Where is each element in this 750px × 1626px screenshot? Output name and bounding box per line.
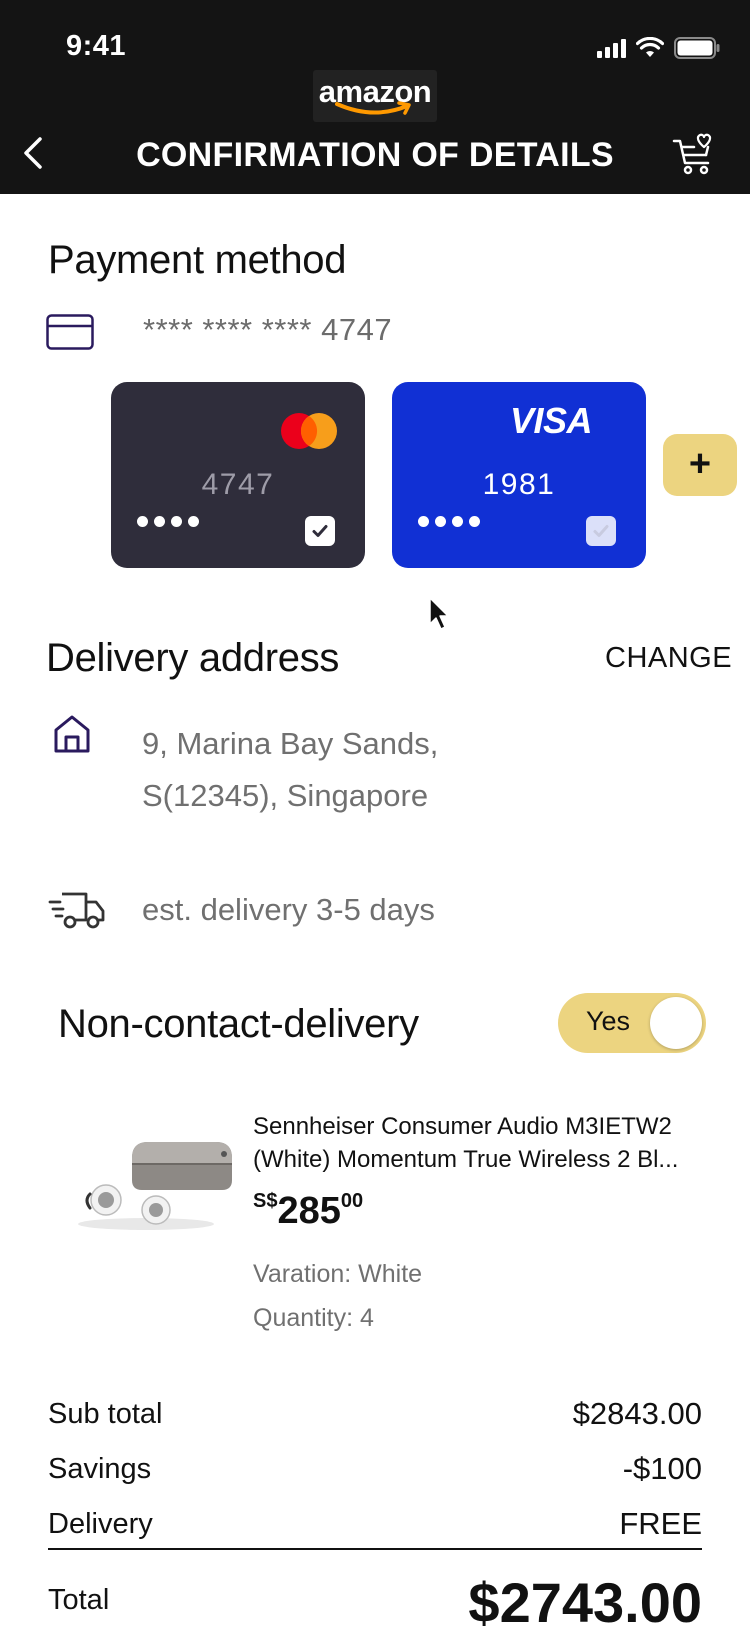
- product-variation: Varation: White: [253, 1260, 423, 1288]
- delivery-truck-icon: [48, 892, 105, 929]
- card-last-digits: 4747: [201, 468, 275, 501]
- back-chevron-icon[interactable]: [20, 136, 48, 170]
- checkmark-icon: [312, 525, 328, 537]
- delivery-address: 9, Marina Bay Sands, S(12345), Singapore: [142, 718, 438, 822]
- non-contact-delivery-label: Non-contact-delivery: [58, 1002, 419, 1046]
- page-title: CONFIRMATION OF DETAILS: [136, 136, 614, 174]
- payment-method-title: Payment method: [48, 238, 347, 282]
- product-quantity: Quantity: 4: [253, 1304, 374, 1332]
- summary-divider: [48, 1548, 702, 1550]
- change-address-link[interactable]: CHANGE: [605, 642, 732, 675]
- product-price: S$28500: [253, 1190, 363, 1233]
- add-card-label: +: [688, 443, 712, 485]
- selected-card-number: **** **** **** 4747: [143, 312, 393, 347]
- mastercard-logo-icon: [281, 413, 337, 449]
- card-checkbox[interactable]: [305, 516, 335, 546]
- amazon-logo: amazon: [313, 70, 437, 122]
- home-icon: [54, 715, 90, 753]
- total-value: $2743.00: [468, 1571, 702, 1626]
- visa-logo: VISA: [510, 400, 593, 441]
- status-time: 9:41: [66, 30, 127, 62]
- address-line-2: S(12345), Singapore: [142, 778, 429, 813]
- add-card-button[interactable]: +: [663, 434, 737, 496]
- card-checkbox[interactable]: [586, 516, 616, 546]
- subtotal-value: $2843.00: [572, 1396, 702, 1431]
- smile-icon: [335, 101, 411, 115]
- mouse-cursor-icon: [429, 597, 449, 630]
- card-masked-dots: [137, 516, 199, 527]
- toggle-knob[interactable]: [650, 997, 702, 1049]
- wifi-icon: [636, 37, 664, 57]
- delivery-fee-label: Delivery: [48, 1508, 153, 1540]
- credit-card-icon: [46, 314, 94, 350]
- payment-card-visa[interactable]: VISA 1981: [392, 382, 646, 568]
- product-image-earbuds: [78, 1142, 232, 1230]
- price-main: 285: [277, 1190, 341, 1232]
- cellular-signal-icon: [597, 38, 626, 58]
- product-title[interactable]: Sennheiser Consumer Audio M3IETW2 (White…: [253, 1110, 703, 1176]
- payment-card-mastercard[interactable]: 4747: [111, 382, 365, 568]
- card-masked-dots: [418, 516, 480, 527]
- non-contact-delivery-toggle[interactable]: Yes: [558, 993, 706, 1053]
- savings-label: Savings: [48, 1453, 152, 1485]
- address-line-1: 9, Marina Bay Sands,: [142, 726, 439, 761]
- cart-heart-icon[interactable]: [672, 133, 716, 177]
- price-currency: S$: [253, 1190, 278, 1212]
- delivery-address-title: Delivery address: [46, 636, 340, 680]
- price-cents: 00: [340, 1190, 364, 1212]
- toggle-label: Yes: [586, 1006, 631, 1036]
- delivery-estimate: est. delivery 3-5 days: [142, 892, 435, 927]
- total-label: Total: [48, 1584, 110, 1616]
- status-icons: [597, 36, 720, 60]
- delivery-fee-value: FREE: [619, 1506, 702, 1541]
- app-header: 9:41 amazon CONFIRMATION OF DETAILS: [0, 0, 750, 194]
- savings-value: -$100: [622, 1451, 702, 1486]
- card-last-digits: 1981: [482, 468, 556, 501]
- battery-icon: [674, 37, 720, 59]
- checkmark-icon: [593, 525, 609, 537]
- subtotal-label: Sub total: [48, 1398, 163, 1430]
